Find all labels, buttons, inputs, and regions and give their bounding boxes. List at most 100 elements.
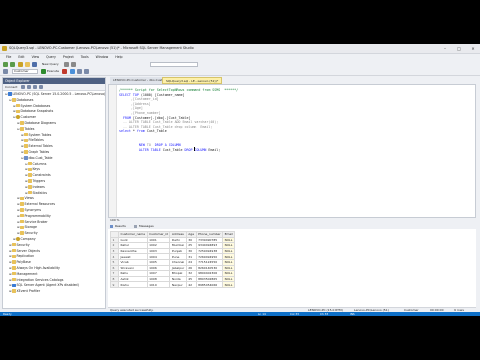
menu-tools[interactable]: Tools <box>81 54 89 61</box>
object-explorer-toolbar: Connect <box>3 84 105 91</box>
code-token: Cust_Table <box>144 129 167 134</box>
connect-icon[interactable] <box>3 69 8 74</box>
code-token: from <box>136 129 145 134</box>
tab-sqlquery3[interactable]: SQLQuery3.sql - LE...Lenovo (51))* <box>162 77 223 84</box>
folder-icon <box>12 260 16 264</box>
folder-icon <box>20 208 24 212</box>
object-explorer-tree: ⊟ LENOVO-PC (SQL Server 15.0.2000.5 - Len… <box>3 91 105 295</box>
folder-icon <box>12 254 16 259</box>
new-query-button[interactable]: New Query <box>42 62 59 67</box>
results-grid: Customer_name Customer_id Address Age Phone_… <box>108 229 476 307</box>
zoom-level[interactable]: 100 % <box>110 218 120 222</box>
tree-node-label: Databases <box>16 97 34 102</box>
query-code[interactable]: /****** Script for SelectTopNRows comman… <box>119 88 238 152</box>
execute-icon[interactable] <box>41 69 46 74</box>
table-row[interactable]: 4 Jeewat 1004 Pune 31 7269494950 NULL <box>110 253 236 260</box>
folder-icon <box>28 179 32 183</box>
grid-icon <box>110 224 113 228</box>
code-token: ) [Customer_name] <box>150 92 185 97</box>
code-token: ,[Address] <box>119 101 151 106</box>
folder-icon <box>20 225 24 230</box>
folder-icon <box>20 127 24 131</box>
code-token: DROP COLUMN <box>184 147 207 152</box>
table-cell[interactable]: Nacpur <box>169 281 187 288</box>
filter-icon[interactable] <box>33 85 37 89</box>
tab-results-label: Results <box>115 224 126 228</box>
query-editor[interactable]: /****** Script for SelectTopNRows comman… <box>108 84 476 218</box>
sql-editor-toolbar: Customer Execute <box>0 68 480 76</box>
undo-icon[interactable] <box>64 62 69 67</box>
table-cell[interactable]: Rishu <box>118 281 148 288</box>
folder-icon <box>24 144 28 148</box>
code-token: DROP A COLUMN <box>154 143 181 148</box>
code-token: ,[Phone_number] <box>119 110 161 115</box>
execute-button[interactable]: Execute <box>47 69 59 74</box>
redo-icon[interactable] <box>71 62 76 67</box>
menu-file[interactable]: File <box>6 54 11 61</box>
folder-icon <box>12 277 16 282</box>
minimize-button[interactable]: – <box>438 44 452 53</box>
database-selector[interactable]: Customer <box>12 69 38 74</box>
table-cell[interactable]: Chennai <box>169 259 187 266</box>
folder-icon <box>20 202 24 206</box>
new-file-icon[interactable] <box>18 62 23 67</box>
solution-config-box[interactable] <box>150 62 198 67</box>
menu-query[interactable]: Query <box>46 54 56 61</box>
row-number[interactable]: 9 <box>110 281 119 288</box>
tree-node[interactable]: ⊞ XEvent Profiler <box>3 289 105 295</box>
maximize-button[interactable]: □ <box>452 44 466 53</box>
menu-help[interactable]: Help <box>115 54 122 61</box>
column-header[interactable]: Customer_name <box>118 231 148 238</box>
menu-window[interactable]: Window <box>96 54 109 61</box>
window-title: SQLQuery3.sql - LENOVO-PC.Customer (Leno… <box>9 46 194 50</box>
back-icon[interactable] <box>3 62 8 67</box>
code-token: ,[Customer_id] <box>119 97 159 102</box>
folder-icon <box>28 167 32 172</box>
connect-icon[interactable] <box>21 85 25 89</box>
tree-node-label: Integration Services Catalogs <box>16 277 64 282</box>
close-button[interactable]: ✕ <box>466 44 480 53</box>
menu-project[interactable]: Project <box>63 54 74 61</box>
parse-icon[interactable] <box>70 69 75 74</box>
menu-view[interactable]: View <box>32 54 40 61</box>
folder-icon <box>20 219 24 224</box>
table-cell[interactable]: 1010 <box>146 281 171 288</box>
save-icon[interactable] <box>32 62 37 67</box>
code-token: 1000 <box>142 92 151 97</box>
disconnect-icon[interactable] <box>27 85 31 89</box>
tree-node-label: Triggers <box>32 178 46 183</box>
object-explorer-title: Object Explorer <box>5 79 30 83</box>
folder-icon <box>28 173 32 177</box>
table-cell[interactable]: 42 <box>185 281 197 288</box>
table-cell[interactable]: Jabalpur <box>169 264 187 272</box>
code-token: Email; <box>206 147 221 152</box>
table-row[interactable]: 9 Rishu 1010 Nacpur 42 8985454066 NULL <box>110 281 236 288</box>
code-token: ,[Age] <box>119 106 143 111</box>
cancel-query-icon[interactable] <box>62 69 67 74</box>
tree-node-label: System Databases <box>20 103 51 108</box>
column-header[interactable]: Customer_id <box>146 231 171 238</box>
tree-node-label: Columns <box>32 161 47 166</box>
table-row[interactable]: 6 Shravani 1006 Jabalpur 26 8260140530 NULL <box>110 264 236 272</box>
folder-icon <box>20 213 24 218</box>
results-to-grid-icon[interactable] <box>77 69 82 74</box>
table-row[interactable]: 3 Raxxanthe 1003 Punjab 30 7259494938 NULL <box>110 247 236 255</box>
table-cell[interactable]: 8985454066 <box>195 281 224 288</box>
column-header[interactable]: Phone_number <box>195 231 224 238</box>
refresh-icon[interactable] <box>39 85 43 89</box>
tree-node-label: Synonyms <box>24 207 42 212</box>
connect-dropdown[interactable]: Connect <box>5 84 17 90</box>
table-cell[interactable]: NULL <box>222 281 236 288</box>
menu-edit[interactable]: Edit <box>18 54 24 61</box>
forward-icon[interactable] <box>10 62 15 67</box>
tree-node-label: Management <box>16 271 38 276</box>
table-cell[interactable]: Mumbai <box>169 242 187 249</box>
folder-icon <box>12 271 16 276</box>
column-header[interactable]: Address <box>169 231 187 238</box>
comment-icon[interactable] <box>84 69 89 74</box>
db-icon <box>16 237 20 241</box>
open-folder-icon[interactable] <box>25 62 30 67</box>
messages-icon <box>134 224 137 228</box>
folder-icon <box>20 231 24 235</box>
